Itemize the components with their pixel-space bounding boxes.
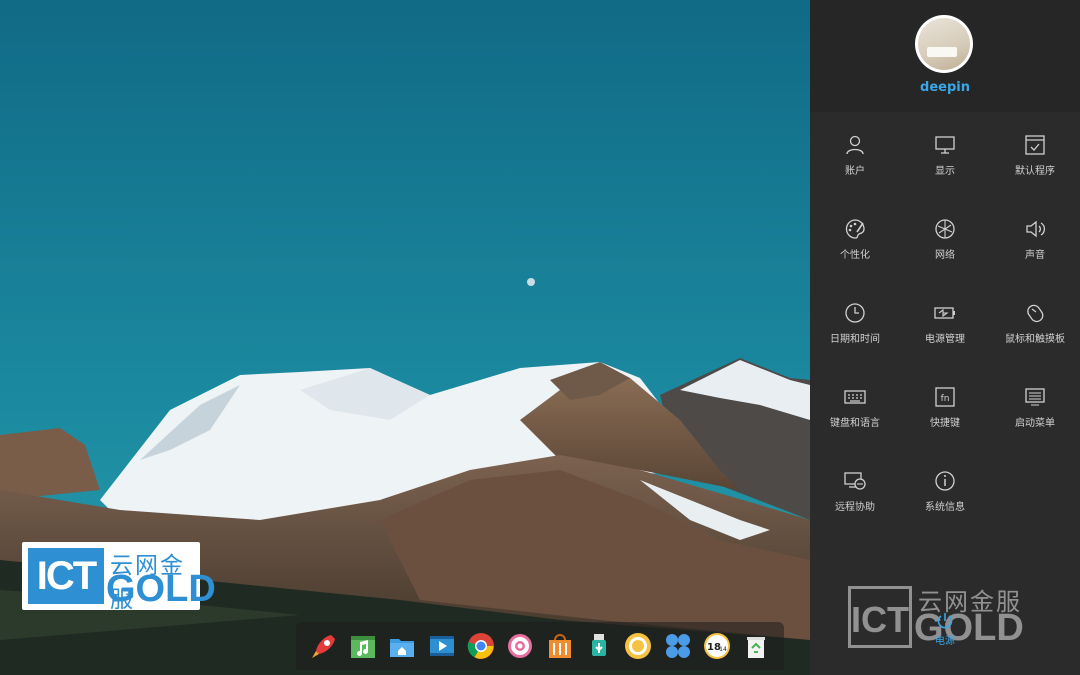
settings-item-label: 账户 — [845, 166, 865, 177]
settings-item-datetime[interactable]: 日期和时间 — [810, 296, 900, 366]
settings-item-label: 鼠标和触摸板 — [1005, 334, 1065, 345]
palette-icon — [845, 219, 865, 239]
calendar-icon[interactable]: 18 14 — [701, 630, 733, 662]
chrome-icon[interactable] — [465, 630, 497, 662]
settings-item-display[interactable]: 显示 — [900, 128, 990, 198]
trash-icon[interactable] — [740, 630, 772, 662]
clock-icon — [845, 303, 865, 323]
battery-icon — [934, 307, 955, 319]
info-icon — [935, 471, 955, 491]
settings-item-shortcuts[interactable]: fn 快捷键 — [900, 380, 990, 450]
calendar-day: 14 — [719, 646, 727, 653]
network-icon — [935, 219, 955, 239]
dock: 18 14 — [296, 622, 784, 670]
settings-item-personalization[interactable]: 个性化 — [810, 212, 900, 282]
settings-item-network[interactable]: 网络 — [900, 212, 990, 282]
user-avatar[interactable] — [915, 15, 973, 73]
settings-item-label: 网络 — [935, 250, 955, 261]
settings-item-label: 个性化 — [840, 250, 870, 261]
settings-item-keyboard[interactable]: 键盘和语言 — [810, 380, 900, 450]
settings-item-boot-menu[interactable]: 启动菜单 — [990, 380, 1080, 450]
control-center-panel: deepin 账户 显示 默认程序 个性化 网络 声音 日期和时间 电源管理 鼠… — [810, 0, 1080, 675]
file-manager-icon[interactable] — [386, 630, 418, 662]
remote-icon — [844, 472, 866, 490]
power-label: 电源 — [935, 636, 955, 647]
watermark-gold-text: GOLD — [106, 568, 216, 610]
usb-device-icon[interactable] — [583, 630, 615, 662]
settings-item-label: 默认程序 — [1015, 166, 1055, 177]
settings-item-system-info[interactable]: 系统信息 — [900, 464, 990, 534]
settings-item-label: 快捷键 — [930, 418, 960, 429]
panel-header: deepin — [810, 0, 1080, 112]
fn-key-icon: fn — [935, 387, 955, 407]
settings-item-label: 系统信息 — [925, 502, 965, 513]
monitor-icon — [935, 136, 955, 154]
settings-item-remote-assist[interactable]: 远程协助 — [810, 464, 900, 534]
speaker-icon — [1026, 220, 1045, 238]
screenshot-icon[interactable] — [622, 630, 654, 662]
power-button[interactable]: 电源 — [900, 612, 990, 647]
default-apps-icon — [1025, 135, 1045, 155]
user-icon — [846, 135, 864, 155]
app-store-icon[interactable] — [544, 630, 576, 662]
settings-item-label: 显示 — [935, 166, 955, 177]
ictgold-watermark: ICT 云网金服 GOLD — [22, 542, 216, 613]
desktop-wallpaper: ICT 云网金服 GOLD 18 14 — [0, 0, 810, 675]
settings-item-default-apps[interactable]: 默认程序 — [990, 128, 1080, 198]
power-icon — [937, 613, 953, 629]
settings-item-mouse[interactable]: 鼠标和触摸板 — [990, 296, 1080, 366]
settings-icon[interactable] — [504, 630, 536, 662]
watermark-ict-logo: ICT — [28, 548, 104, 604]
settings-item-power[interactable]: 电源管理 — [900, 296, 990, 366]
settings-item-label: 启动菜单 — [1015, 418, 1055, 429]
boot-menu-icon — [1025, 388, 1045, 406]
username[interactable]: deepin — [810, 80, 1080, 95]
music-player-icon[interactable] — [347, 630, 379, 662]
settings-item-label: 键盘和语言 — [830, 418, 880, 429]
settings-item-account[interactable]: 账户 — [810, 128, 900, 198]
settings-item-sound[interactable]: 声音 — [990, 212, 1080, 282]
video-player-icon[interactable] — [426, 630, 458, 662]
svg-text:fn: fn — [941, 394, 950, 404]
settings-item-label: 远程协助 — [835, 502, 875, 513]
launcher-icon[interactable] — [308, 630, 340, 662]
moon — [527, 278, 535, 286]
keyboard-icon — [844, 390, 866, 404]
settings-item-label: 日期和时间 — [830, 334, 880, 345]
settings-item-label: 声音 — [1025, 250, 1045, 261]
settings-item-label: 电源管理 — [925, 334, 965, 345]
mouse-icon — [1027, 304, 1044, 323]
multitasking-icon[interactable] — [662, 630, 694, 662]
